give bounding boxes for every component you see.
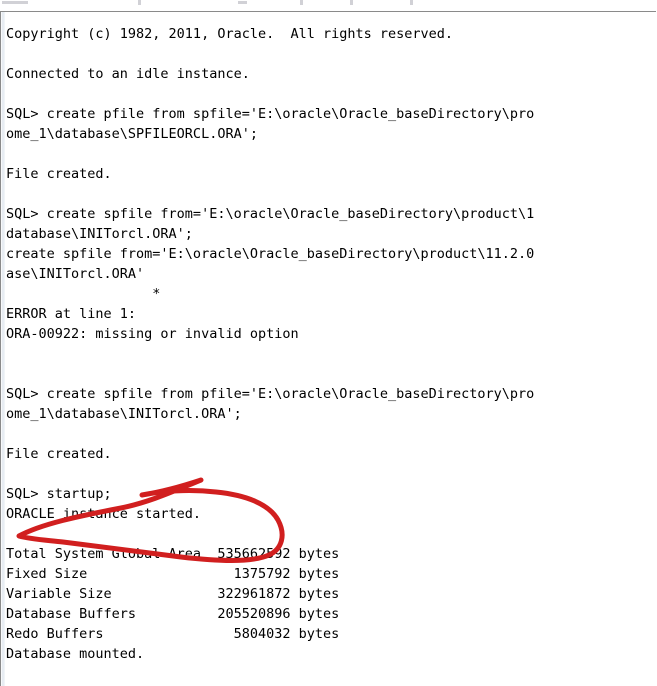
terminal-line: Database mounted.: [6, 646, 145, 662]
terminal-line: Copyright (c) 1982, 2011, Oracle. All ri…: [6, 26, 454, 42]
terminal-line: SQL> create pfile from spfile='E:\oracle…: [6, 106, 535, 122]
sqlplus-console-window[interactable]: Copyright (c) 1982, 2011, Oracle. All ri…: [0, 11, 656, 686]
terminal-line: SQL> create spfile from pfile='E:\oracle…: [6, 386, 535, 402]
terminal-line: Variable Size 322961872 bytes: [6, 586, 340, 602]
terminal-line: File created.: [6, 166, 112, 182]
terminal-line: File created.: [6, 446, 112, 462]
terminal-line: ERROR at line 1:: [6, 306, 137, 322]
terminal-line: ORA-00922: missing or invalid option: [6, 326, 299, 342]
terminal-line: ome_1\database\SPFILEORCL.ORA';: [6, 126, 258, 142]
terminal-line: Connected to an idle instance.: [6, 66, 250, 82]
toolbar-ghost-mark: [300, 0, 303, 5]
terminal-line: ome_1\database\INITorcl.ORA';: [6, 406, 242, 422]
toolbar-ghost-mark: [2, 1, 28, 4]
toolbar-ghost-mark: [410, 0, 413, 5]
terminal-line: database\INITorcl.ORA';: [6, 226, 193, 242]
toolbar-ghost-mark: [350, 0, 353, 5]
terminal-line: create spfile from='E:\oracle\Oracle_bas…: [6, 246, 535, 262]
terminal-line: SQL> startup;: [6, 486, 112, 502]
terminal-line: Total System Global Area 535662592 bytes: [6, 546, 340, 562]
terminal-line: SQL> create spfile from='E:\oracle\Oracl…: [6, 206, 535, 222]
terminal-line: Database Buffers 205520896 bytes: [6, 606, 340, 622]
window-left-edge: [1, 12, 5, 686]
terminal-line: ORACLE instance started.: [6, 506, 202, 522]
terminal-line: *: [6, 286, 161, 302]
terminal-line: Redo Buffers 5804032 bytes: [6, 626, 340, 642]
terminal-line: Fixed Size 1375792 bytes: [6, 566, 340, 582]
toolbar-ghost-mark: [138, 0, 141, 5]
toolbar-ghost-mark: [238, 1, 247, 4]
cut-off-toolbar-remnant: [0, 0, 657, 11]
terminal-output[interactable]: Copyright (c) 1982, 2011, Oracle. All ri…: [6, 24, 656, 664]
terminal-line: ase\INITorcl.ORA': [6, 266, 145, 282]
